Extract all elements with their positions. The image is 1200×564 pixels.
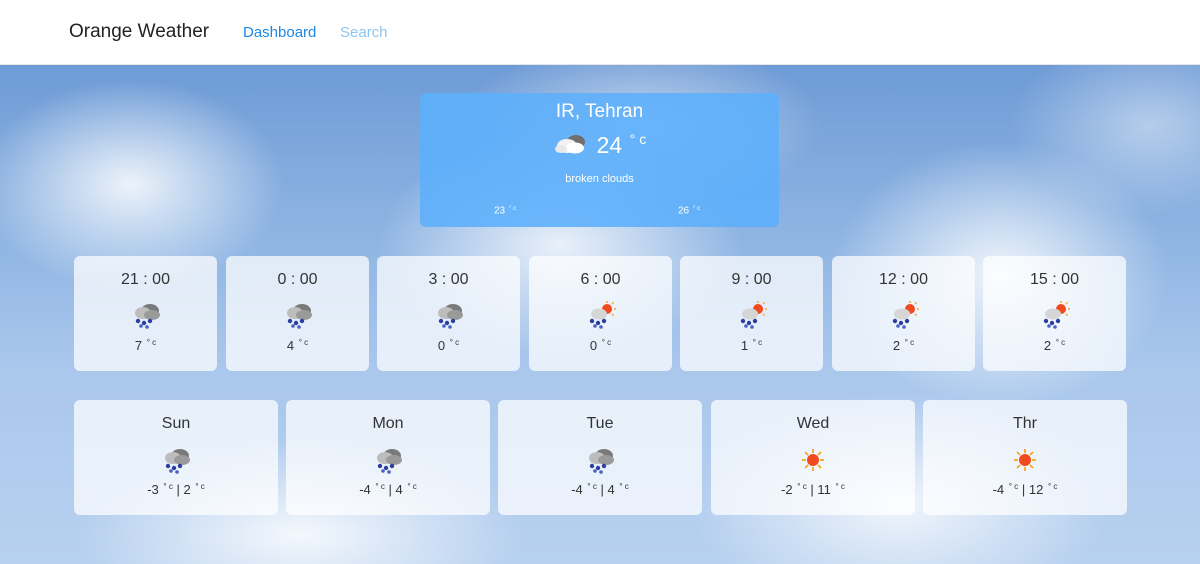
hour-time: 0 : 00 (277, 271, 318, 288)
sun-icon (1009, 446, 1041, 474)
nav-search-link[interactable]: Search (340, 24, 388, 41)
hourly-card: 12 : 00 2 ° c (832, 256, 975, 371)
snow-cloud-icon (584, 446, 616, 474)
snow-sun-icon (1039, 301, 1071, 329)
snow-cloud-icon (282, 301, 314, 329)
hourly-card: 3 : 00 0 ° c (377, 256, 520, 371)
current-max-temp: 26 ° c (678, 205, 701, 217)
snow-cloud-icon (372, 446, 404, 474)
current-temp: 24 ° c (596, 132, 647, 158)
hour-time: 3 : 00 (428, 271, 469, 288)
daily-card: Sun -3 ° c | 2 ° c (74, 400, 278, 515)
day-temp-range: -2 ° c | 11 ° c (781, 482, 845, 497)
hour-time: 21 : 00 (121, 271, 170, 288)
current-weather-card: IR, Tehran 24 ° c broken clouds 23 ° c 2… (420, 93, 779, 227)
day-name: Sun (161, 415, 191, 432)
daily-card: Wed -2 ° c | 11 ° c (711, 400, 915, 515)
daily-card: Mon -4 ° c | 4 ° c (286, 400, 490, 515)
snow-cloud-icon (160, 446, 192, 474)
hour-temp: 1 ° c (740, 338, 763, 353)
hour-temp: 2 ° c (1043, 338, 1066, 353)
snow-sun-icon (888, 301, 920, 329)
day-name: Thr (1013, 415, 1037, 432)
current-city: IR, Tehran (555, 101, 644, 122)
nav-dashboard-link[interactable]: Dashboard (243, 24, 316, 41)
current-main: 24 ° c (420, 131, 779, 160)
snow-cloud-icon (130, 301, 162, 329)
hour-time: 9 : 00 (731, 271, 772, 288)
daily-card: Thr -4 ° c | 12 ° c (923, 400, 1127, 515)
snow-sun-icon (585, 301, 617, 329)
snow-sun-icon (736, 301, 768, 329)
hourly-card: 9 : 00 1 ° c (680, 256, 823, 371)
hourly-card: 0 : 00 4 ° c (226, 256, 369, 371)
day-name: Tue (586, 415, 614, 432)
sun-icon (797, 446, 829, 474)
broken-clouds-icon (553, 131, 589, 160)
hour-time: 15 : 00 (1030, 271, 1079, 288)
hour-temp: 7 ° c (134, 338, 157, 353)
hour-temp: 4 ° c (286, 338, 309, 353)
day-temp-range: -4 ° c | 4 ° c (359, 482, 417, 497)
hourly-card: 15 : 00 2 ° c (983, 256, 1126, 371)
day-temp-range: -3 ° c | 2 ° c (147, 482, 205, 497)
hour-temp: 0 ° c (437, 338, 460, 353)
hour-time: 6 : 00 (580, 271, 621, 288)
day-name: Wed (796, 415, 830, 432)
current-min-temp: 23 ° c (494, 205, 517, 217)
brand-title[interactable]: Orange Weather (69, 21, 209, 43)
hourly-card: 21 : 00 7 ° c (74, 256, 217, 371)
current-description: broken clouds (565, 173, 634, 185)
hour-temp: 0 ° c (589, 338, 612, 353)
hour-temp: 2 ° c (892, 338, 915, 353)
day-name: Mon (372, 415, 404, 432)
navbar: Orange Weather Dashboard Search (0, 0, 1200, 65)
daily-card: Tue -4 ° c | 4 ° c (498, 400, 702, 515)
snow-cloud-icon (433, 301, 465, 329)
hourly-card: 6 : 00 0 ° c (529, 256, 672, 371)
day-temp-range: -4 ° c | 12 ° c (992, 482, 1058, 497)
hour-time: 12 : 00 (879, 271, 928, 288)
day-temp-range: -4 ° c | 4 ° c (571, 482, 629, 497)
